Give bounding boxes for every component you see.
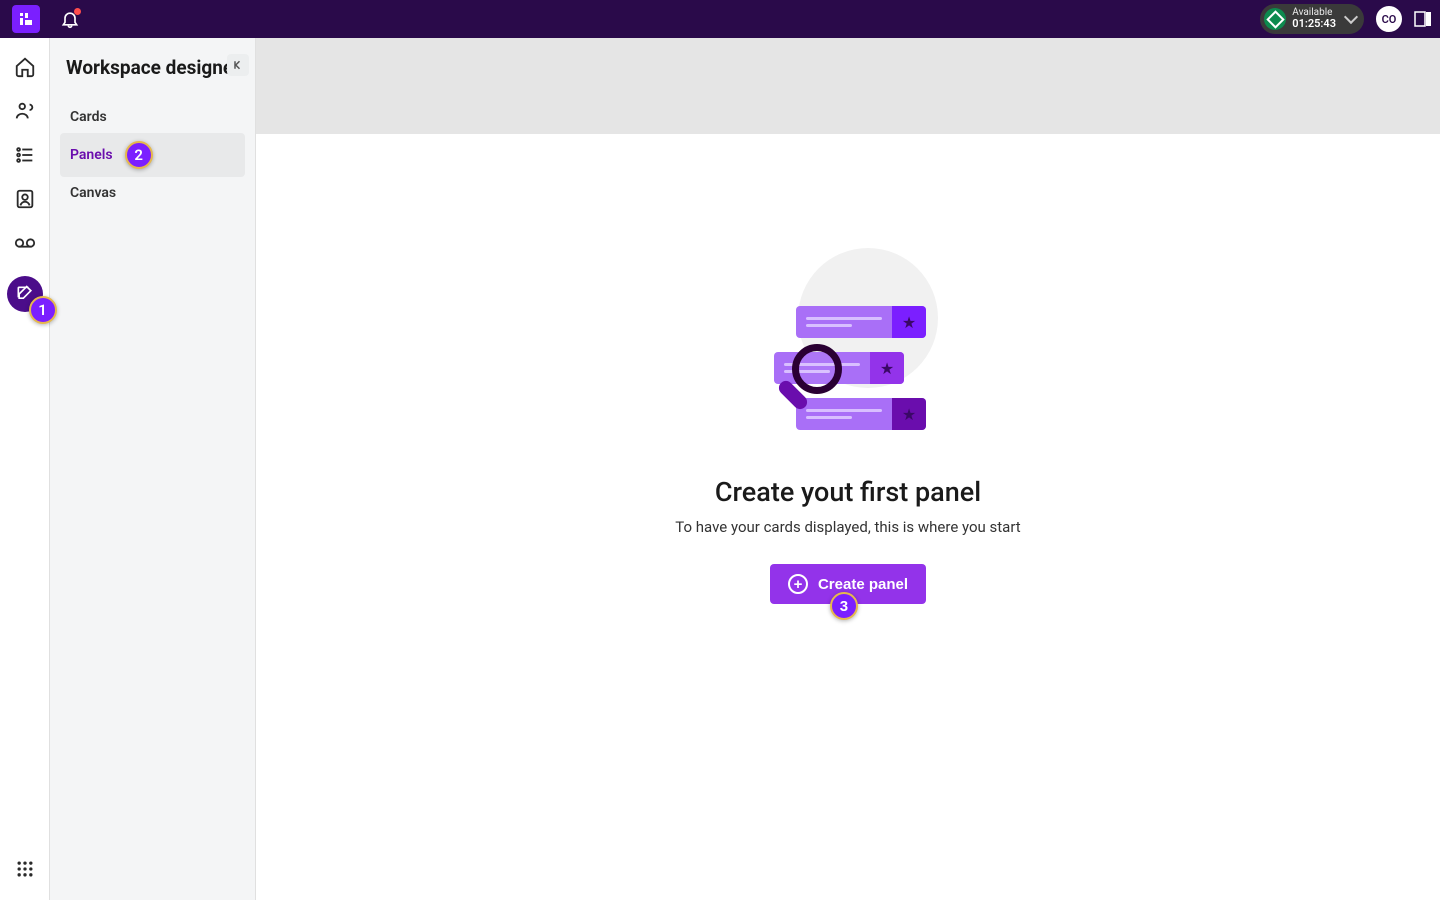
list-tree-icon[interactable]: [14, 144, 36, 166]
notification-dot-icon: [74, 8, 81, 15]
contacts-icon[interactable]: [14, 188, 36, 210]
notifications-bell-icon[interactable]: [60, 9, 80, 29]
nav-item-label: Canvas: [70, 185, 116, 201]
step-2-callout: 2: [125, 141, 153, 169]
status-available-icon: [1264, 8, 1286, 30]
chevron-down-icon: [1344, 10, 1358, 24]
empty-state: ★ ★ ★ Create yout first panel To have yo…: [588, 248, 1108, 604]
empty-state-subtitle: To have your cards displayed, this is wh…: [588, 518, 1108, 536]
main-header-banner: [256, 38, 1440, 134]
left-nav-rail: 1: [0, 38, 50, 900]
plus-circle-icon: +: [788, 574, 808, 594]
app-logo[interactable]: [12, 5, 40, 33]
empty-state-illustration: ★ ★ ★: [738, 248, 958, 448]
collapse-panel-button[interactable]: [227, 54, 249, 76]
empty-state-title: Create yout first panel: [588, 476, 1108, 508]
status-timer: 01:25:43: [1292, 18, 1336, 30]
home-icon[interactable]: [14, 56, 36, 78]
apps-grid-icon[interactable]: [14, 858, 36, 880]
top-bar: Available 01:25:43 CO: [0, 0, 1440, 38]
nav-item-panels[interactable]: Panels 2: [60, 133, 245, 177]
status-label: Available: [1292, 7, 1336, 18]
main-content: ★ ★ ★ Create yout first panel To have yo…: [256, 38, 1440, 900]
nav-item-label: Panels: [70, 147, 113, 163]
side-panel-title: Workspace designer: [66, 56, 245, 79]
side-panel: Workspace designer Cards Panels 2 Canvas: [50, 38, 256, 900]
user-avatar[interactable]: CO: [1376, 6, 1402, 32]
step-1-callout: 1: [29, 296, 57, 324]
agent-icon[interactable]: [14, 100, 36, 122]
create-panel-button[interactable]: + Create panel 3: [770, 564, 926, 604]
nav-item-label: Cards: [70, 109, 107, 125]
voicemail-icon[interactable]: [14, 232, 36, 254]
create-panel-button-label: Create panel: [818, 576, 908, 593]
nav-item-cards[interactable]: Cards: [60, 101, 245, 133]
nav-item-canvas[interactable]: Canvas: [60, 177, 245, 209]
agent-status-pill[interactable]: Available 01:25:43: [1260, 4, 1364, 33]
step-3-callout: 3: [830, 592, 858, 620]
side-panel-toggle-icon[interactable]: [1414, 10, 1432, 28]
